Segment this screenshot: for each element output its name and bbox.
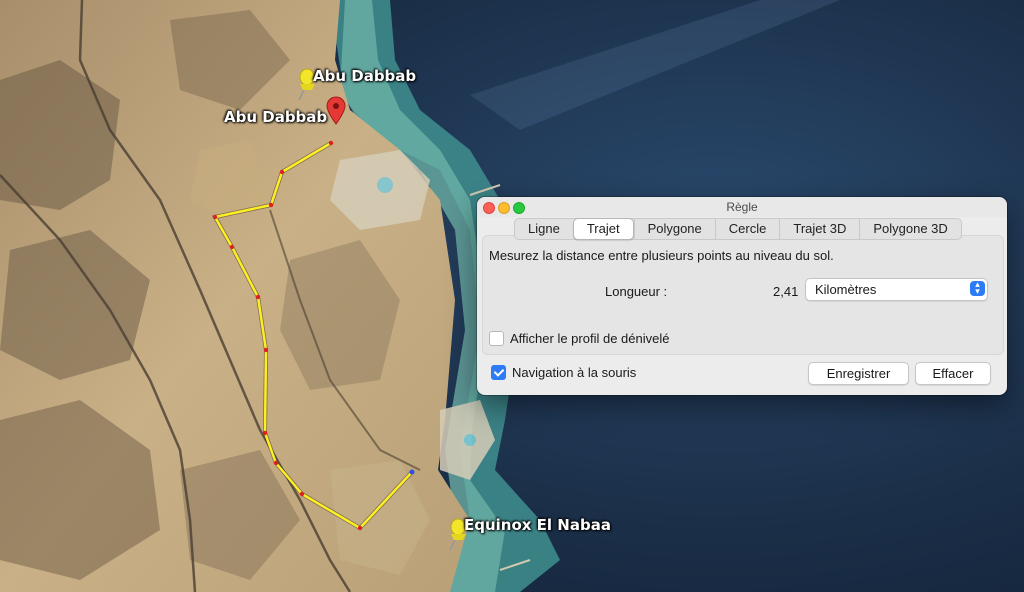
title-bar[interactable]: Règle xyxy=(477,197,1007,217)
unit-select-value: Kilomètres xyxy=(815,282,877,297)
placemark-label[interactable]: Abu Dabbab xyxy=(224,108,327,126)
tab-cercle[interactable]: Cercle xyxy=(714,219,780,239)
placemark-label[interactable]: Equinox El Nabaa xyxy=(464,516,611,534)
clear-button[interactable]: Effacer xyxy=(915,362,991,385)
window-title: Règle xyxy=(726,200,758,214)
measure-tabs: Ligne Trajet Polygone Cercle Trajet 3D P… xyxy=(514,218,962,240)
tab-polygone[interactable]: Polygone xyxy=(633,219,715,239)
save-button[interactable]: Enregistrer xyxy=(808,362,909,385)
instruction-text: Mesurez la distance entre plusieurs poin… xyxy=(489,248,834,263)
placemark-label[interactable]: Abu Dabbab xyxy=(313,67,416,85)
elevation-profile-label: Afficher le profil de dénivelé xyxy=(510,331,670,346)
unit-select[interactable]: Kilomètres ▴ ▾ xyxy=(805,278,988,301)
mouse-navigation-option[interactable]: Navigation à la souris xyxy=(491,365,636,380)
length-label: Longueur : xyxy=(605,284,668,299)
chevron-updown-icon: ▴ ▾ xyxy=(970,280,985,296)
tab-ligne[interactable]: Ligne xyxy=(515,219,573,239)
elevation-profile-checkbox[interactable] xyxy=(489,331,504,346)
tab-trajet-3d[interactable]: Trajet 3D xyxy=(779,219,859,239)
tab-polygone-3d[interactable]: Polygone 3D xyxy=(859,219,960,239)
length-value: 2,41 xyxy=(773,284,799,299)
mouse-navigation-checkbox[interactable] xyxy=(491,365,506,380)
mouse-navigation-label: Navigation à la souris xyxy=(512,365,637,380)
measure-panel: Mesurez la distance entre plusieurs poin… xyxy=(482,235,1004,355)
tab-trajet[interactable]: Trajet xyxy=(572,218,634,240)
ruler-window: Règle Mesurez la distance entre plusieur… xyxy=(477,197,1007,395)
elevation-profile-option[interactable]: Afficher le profil de dénivelé xyxy=(489,331,669,346)
